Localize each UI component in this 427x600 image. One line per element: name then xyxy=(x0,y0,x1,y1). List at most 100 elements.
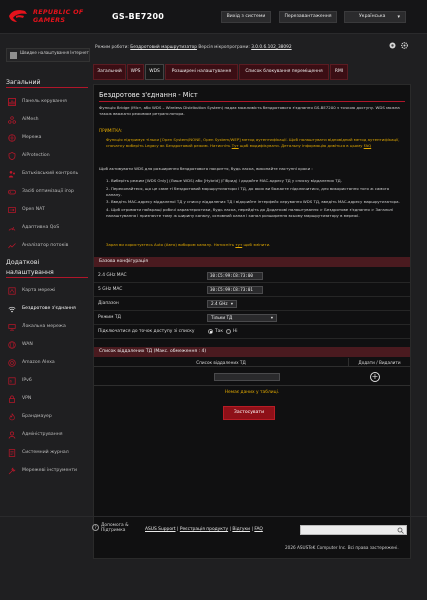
quick-setup-button[interactable]: Швидке налаштування Інтернет xyxy=(6,48,90,62)
shield-icon xyxy=(8,152,16,160)
add-icon[interactable]: + xyxy=(370,372,380,382)
auto-note-text: Зараз ви користуєтесь Auto (Авто) виборо… xyxy=(106,242,235,247)
wan-icon xyxy=(8,341,16,349)
sidebar-item-alexa[interactable]: Amazon Alexa xyxy=(8,357,90,369)
operation-info: Режим роботи: Бездротовий маршрутизатор … xyxy=(95,45,292,50)
registration-link[interactable]: Реєстрація продукту xyxy=(180,527,228,532)
tab-rmi[interactable]: RMI xyxy=(330,64,348,80)
sidebar-item-qos[interactable]: Адаптивна QoS xyxy=(8,222,90,234)
sidebar-item-ipv6[interactable]: 6 IPv6 xyxy=(8,375,90,387)
mac-5-value: 30:C5:99:C8:73:01 xyxy=(207,286,263,294)
note-faq-link[interactable]: FAQ xyxy=(364,143,372,148)
tab-roaming-block[interactable]: Список блокування переміщення xyxy=(239,64,329,80)
copyright: 2026 ASUSTeK Computer Inc. Всі права зас… xyxy=(285,545,399,550)
sidebar-item-firewall[interactable]: Брандмауер xyxy=(8,411,90,423)
steps-list: 1. Виберіть режим [WDS Only] (Лише WDS) … xyxy=(106,178,404,220)
steps-intro: Щоб активувати WDS для розширення бездро… xyxy=(99,166,313,171)
sidebar-item-network[interactable]: Мережа xyxy=(8,132,90,144)
step-item: 1. Виберіть режим [WDS Only] (Лише WDS) … xyxy=(106,178,342,183)
sidebar-item-wireless[interactable]: Бездротове з'єднання xyxy=(8,303,90,315)
game-boost-icon xyxy=(8,189,16,195)
brand-name: REPUBLIC OF GAMERS xyxy=(33,8,84,24)
auto-note-tail: щоб змінити. xyxy=(243,242,271,247)
sidebar-item-network-map[interactable]: Карта мережі xyxy=(8,285,90,297)
band-select[interactable]: 2.4 GHz ▾ xyxy=(207,300,237,308)
sidebar-item-aiprotection[interactable]: AiProtection xyxy=(8,150,90,162)
ipv6-icon: 6 xyxy=(8,377,16,385)
radio-no[interactable] xyxy=(226,329,231,334)
admin-icon xyxy=(8,431,16,439)
reboot-button[interactable]: Перезавантаження xyxy=(279,11,337,23)
network-tools-icon xyxy=(8,467,16,475)
language-value: Українська xyxy=(359,14,386,19)
quick-setup-icon xyxy=(10,52,17,59)
band-row: Діапазон 2.4 GHz ▾ xyxy=(94,297,410,311)
sidebar-item-lan[interactable]: Локальна мережа xyxy=(8,321,90,333)
language-select[interactable]: Українська ▾ xyxy=(344,11,406,23)
remote-ap-column: Список віддалених ТД xyxy=(196,360,246,365)
sidebar-item-dashboard[interactable]: Панель керування xyxy=(8,96,90,108)
help-icon: ? xyxy=(92,524,99,531)
sidebar-item-admin[interactable]: Адміністрування xyxy=(8,429,90,441)
panel-title: Бездротове з'єднання - Міст xyxy=(99,91,198,99)
mac-24-row: 2.4 GHz MAC 30:C5:99:C8:73:00 xyxy=(94,269,410,283)
step-item: 3. Введіть MAC-адресу віддаленої ТД у сп… xyxy=(106,199,400,204)
model-name: GS-BE7200 xyxy=(112,12,165,21)
auto-note-link[interactable]: тут xyxy=(235,242,242,247)
note-here-link[interactable]: Тут xyxy=(232,143,239,148)
qos-icon xyxy=(8,227,16,231)
mac-5-row: 5 GHz MAC 30:C5:99:C8:73:01 xyxy=(94,283,410,297)
sidebar-item-label: Батьківський контроль xyxy=(22,171,79,176)
sidebar-item-open-nat[interactable]: Open NAT xyxy=(8,204,90,216)
sidebar-item-label: Системний журнал xyxy=(22,450,69,455)
radio-yes[interactable] xyxy=(208,329,213,334)
wds-description: Функція Bridge (Міст, або WDS – Wireless… xyxy=(99,105,400,116)
help-support[interactable]: ? Допомога & Підтримка xyxy=(92,523,147,534)
note-heading: ПРИМІТКА: xyxy=(99,128,123,133)
note-text: Функція підтримує тільки [Open System/NO… xyxy=(106,137,404,149)
step-item: 2. Переконайтеся, що це саме ті бездрото… xyxy=(106,185,390,197)
remote-list-columns: Список віддалених ТД Додати / Видалити xyxy=(94,358,410,367)
basic-config-header: Базова конфігурація xyxy=(94,257,410,267)
sidebar-item-label: Адміністрування xyxy=(22,432,63,437)
operation-mode-link[interactable]: Бездротовий маршрутизатор xyxy=(130,45,197,50)
sidebar-item-parental[interactable]: Батьківський контроль xyxy=(8,168,90,180)
sidebar-item-label: Amazon Alexa xyxy=(22,360,55,365)
footer-links: ASUS Support | Реєстрація продукту | Від… xyxy=(145,527,263,532)
network-icon xyxy=(8,134,16,142)
sidebar-item-game-boost[interactable]: Засіб оптимізації ігор xyxy=(8,186,90,198)
status-icons xyxy=(389,42,408,51)
search-icon[interactable] xyxy=(397,527,404,534)
sidebar-item-wan[interactable]: WAN xyxy=(8,339,90,351)
search-input[interactable] xyxy=(300,525,407,535)
aimesh-icon xyxy=(8,116,16,124)
feedback-link[interactable]: Відгуки xyxy=(232,527,250,532)
band-label: Діапазон xyxy=(98,301,119,306)
sidebar-item-aimesh[interactable]: AiMesh xyxy=(8,114,90,126)
apply-button[interactable]: Застосувати xyxy=(223,406,275,420)
network-map-icon xyxy=(8,287,16,295)
asus-support-link[interactable]: ASUS Support xyxy=(145,527,176,532)
sidebar-item-label: Мережеві інструменти xyxy=(22,468,78,473)
sidebar-item-vpn[interactable]: VPN xyxy=(8,393,90,405)
remote-mac-input[interactable] xyxy=(214,373,280,381)
tab-general[interactable]: Загальний xyxy=(93,64,126,80)
sidebar-item-traffic-analyzer[interactable]: Аналізатор потоків xyxy=(8,240,90,252)
gear-icon[interactable] xyxy=(400,42,408,49)
ap-mode-select[interactable]: Тільки ТД ▾ xyxy=(207,314,277,322)
sidebar-item-syslog[interactable]: Системний журнал xyxy=(8,447,90,459)
firmware-version-link[interactable]: 3.0.0.6.102_38092 xyxy=(251,45,291,50)
logout-button[interactable]: Вихід з системи xyxy=(221,11,271,23)
dashboard-icon xyxy=(8,98,16,106)
sidebar-item-network-tools[interactable]: Мережеві інструменти xyxy=(8,465,90,477)
top-bar: REPUBLIC OF GAMERS GS-BE7200 Вихід з сис… xyxy=(0,0,427,34)
brand-line-2: GAMERS xyxy=(33,15,66,24)
tab-wps[interactable]: WPS xyxy=(127,64,144,80)
wireless-icon xyxy=(8,306,16,313)
faq-link[interactable]: FAQ xyxy=(254,527,263,532)
title-divider xyxy=(99,101,405,102)
tab-wds[interactable]: WDS xyxy=(145,64,164,80)
tab-advanced[interactable]: Розширені налаштування xyxy=(165,64,238,80)
globe-icon[interactable] xyxy=(389,42,396,49)
band-value: 2.4 GHz xyxy=(211,301,228,306)
